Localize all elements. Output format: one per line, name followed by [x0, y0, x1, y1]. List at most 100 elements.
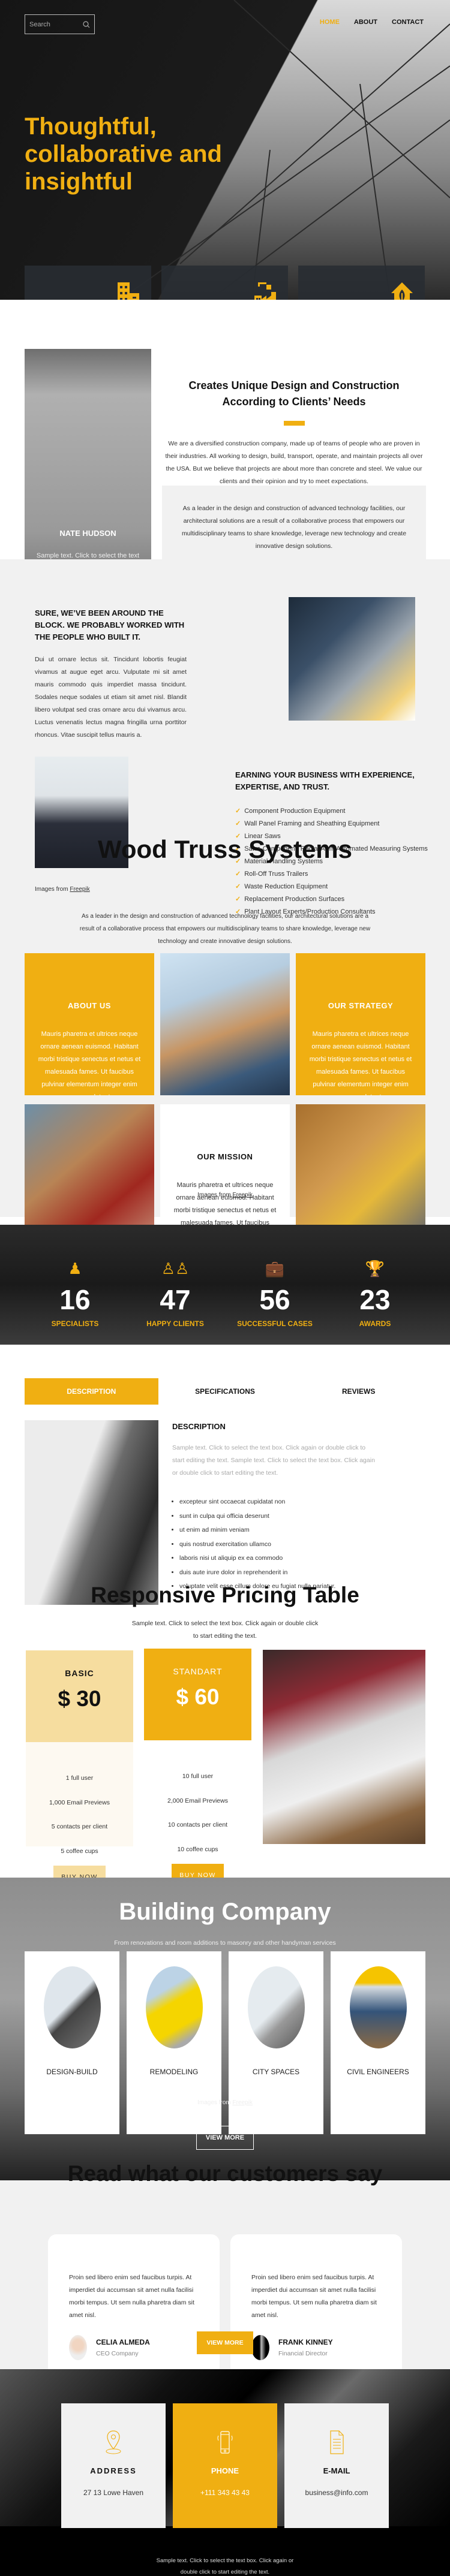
search-icon[interactable] [83, 20, 90, 28]
contact-value[interactable]: business@info.com [284, 2488, 389, 2497]
tab-specifications[interactable]: SPECIFICATIONS [158, 1378, 292, 1405]
company-subtitle: From renovations and room additions to m… [114, 1939, 336, 1947]
building-company-section: Building Company From renovations and ro… [0, 1878, 450, 2180]
contact-title: ADDRESS [90, 2466, 137, 2475]
credit-prefix: Images from [197, 2099, 231, 2106]
author-role: Financial Director [278, 2350, 328, 2357]
service-image [145, 1966, 203, 2048]
plan-feature: 10 full user [182, 1773, 214, 1780]
drafting-photo [263, 1650, 425, 1844]
block-heading: SURE, WE’VE BEEN AROUND THE BLOCK. WE PR… [35, 608, 185, 641]
briefcase-icon: 💼 [265, 1260, 285, 1278]
plan-feature: 5 contacts per client [51, 1823, 108, 1830]
plan-features: 10 full user 2,000 Email Previews 10 con… [144, 1764, 251, 1861]
plan-features: 1 full user 1,000 Email Previews 5 conta… [26, 1766, 133, 1863]
testimonial-author: FRANK KINNEY Financial Director [251, 2335, 381, 2360]
service-card[interactable]: CIVIL ENGINEERS [331, 1951, 425, 2134]
stat-label: AWARDS [359, 1319, 391, 1328]
tile-title: ABOUT US [68, 1001, 111, 1010]
nav-home[interactable]: HOME [320, 19, 340, 26]
nav-about[interactable]: ABOUT [354, 19, 377, 26]
testimonial-card: Proin sed libero enim sed faucibus turpi… [230, 2234, 402, 2387]
contact-value: 27 13 Lowe Haven [83, 2488, 144, 2497]
experience-section: SURE, WE’VE BEEN AROUND THE BLOCK. WE PR… [0, 559, 450, 1287]
service-label: CIVIL ENGINEERS [347, 2068, 409, 2076]
stat-successful-cases: 💼 56 SUCCESSFUL CASES [230, 1225, 320, 1328]
stat-awards: 🏆 23 AWARDS [330, 1225, 420, 1328]
stat-value: 23 [359, 1284, 391, 1315]
contact-section: ADDRESS 27 13 Lowe Haven PHONE +111 343 … [0, 2369, 450, 2576]
freepik-link[interactable]: Freepik [233, 2099, 253, 2106]
avatar [251, 2335, 269, 2360]
testimonial-card: Proin sed libero enim sed faucibus turpi… [48, 2234, 220, 2387]
accent-bar [283, 421, 305, 426]
service-label: DESIGN-BUILD [46, 2068, 98, 2076]
hero-section: Search HOME ABOUT CONTACT Thoughtful, co… [0, 0, 450, 300]
checklist-item: Replacement Production Surfaces [235, 893, 428, 906]
experience-heading: EARNING YOUR BUSINESS WITH EXPERIENCE, E… [235, 770, 415, 791]
service-image [43, 1966, 101, 2048]
service-card[interactable]: REMODELING [127, 1951, 221, 2134]
author-name: FRANK KINNEY [278, 2338, 333, 2346]
about-text: We are a diversified construction compan… [165, 440, 423, 485]
about-box-text: As a leader in the design and constructi… [181, 505, 407, 550]
view-more-button[interactable]: VIEW MORE [196, 2126, 254, 2150]
list-item: laboris nisi ut aliquip ex ea commodo [179, 1551, 335, 1566]
service-image [247, 1966, 305, 2048]
plan-price: $ 60 [176, 1685, 220, 1709]
plan-price: $ 30 [58, 1686, 101, 1711]
worker-ladder-photo [160, 953, 290, 1095]
testimonials-title: Read what our customers say [67, 2161, 383, 2186]
stat-label: SUCCESSFUL CASES [237, 1319, 313, 1328]
tab-reviews[interactable]: REVIEWS [292, 1378, 425, 1405]
tile-text: Mauris pharetra et ultrices neque ornare… [38, 1031, 141, 1095]
architecture-photo [25, 1420, 158, 1605]
about-section: NATE HUDSON Sample text. Click to select… [0, 300, 450, 653]
plan-feature: 1,000 Email Previews [49, 1798, 110, 1806]
checklist-item: Roll-Off Truss Trailers [235, 868, 428, 881]
checklist-item: Waste Reduction Equipment [235, 881, 428, 893]
plan-feature: 1 full user [65, 1774, 94, 1782]
truss-title: Wood Truss Systems [97, 835, 353, 863]
checklist-item: Component Production Equipment [235, 805, 428, 818]
list-item: ut enim ad minim veniam [179, 1523, 335, 1538]
view-more-button[interactable]: VIEW MORE [197, 2331, 253, 2354]
nav-contact[interactable]: CONTACT [392, 19, 424, 26]
plan-standart: STANDART $ 60 10 full user 2,000 Email P… [144, 1649, 251, 1887]
credit-prefix: Images from [197, 1192, 231, 1198]
tile-title: OUR STRATEGY [328, 1001, 394, 1010]
description-heading: DESCRIPTION [172, 1422, 226, 1431]
tab-description[interactable]: DESCRIPTION [25, 1378, 158, 1405]
search-box[interactable]: Search [25, 14, 95, 34]
contact-value[interactable]: +111 343 43 43 [173, 2488, 277, 2497]
service-image [349, 1966, 407, 2048]
list-item: quis nostrud exercitation ullamco [179, 1538, 335, 1552]
service-card[interactable]: CITY SPACES [229, 1951, 323, 2134]
phone-icon [217, 2431, 233, 2454]
pricing-subtitle: Sample text. Click to select the text bo… [131, 1620, 319, 1640]
service-card[interactable]: DESIGN-BUILD [25, 1951, 119, 2134]
contact-card-phone: PHONE +111 343 43 43 [173, 2403, 277, 2528]
product-tabs: DESCRIPTION SPECIFICATIONS REVIEWS [25, 1378, 425, 1405]
search-input[interactable]: Search [29, 21, 83, 28]
testimonial-text: Proin sed libero enim sed faucibus turpi… [69, 2274, 194, 2319]
group-icon: ♙♙ [161, 1260, 190, 1278]
service-label: CITY SPACES [252, 2068, 300, 2076]
list-item: sunt in culpa qui officia deserunt [179, 1510, 335, 1524]
plan-header: BASIC $ 30 [26, 1650, 133, 1742]
pricing-title: Responsive Pricing Table [91, 1583, 359, 1607]
company-title: Building Company [119, 1899, 331, 1925]
plan-feature: 10 coffee cups [177, 1845, 218, 1853]
block-text: Dui ut ornare lectus sit. Tincidunt lobo… [35, 656, 187, 739]
stat-value: 56 [259, 1284, 290, 1315]
plan-feature: 5 coffee cups [61, 1847, 98, 1855]
image-credit: Images from Freepik [0, 2099, 450, 2106]
freepik-link[interactable]: Freepik [233, 1192, 253, 1198]
description-list: excepteur sint occaecat cupidatat non su… [172, 1495, 335, 1594]
map-pin-icon [106, 2430, 121, 2454]
specialist-icon: ♟ [68, 1260, 82, 1278]
contact-card-address: ADDRESS 27 13 Lowe Haven [61, 2403, 166, 2528]
plan-name: STANDART [173, 1667, 223, 1676]
stat-label: HAPPY CLIENTS [146, 1319, 204, 1328]
freepik-link[interactable]: Freepik [70, 886, 89, 893]
